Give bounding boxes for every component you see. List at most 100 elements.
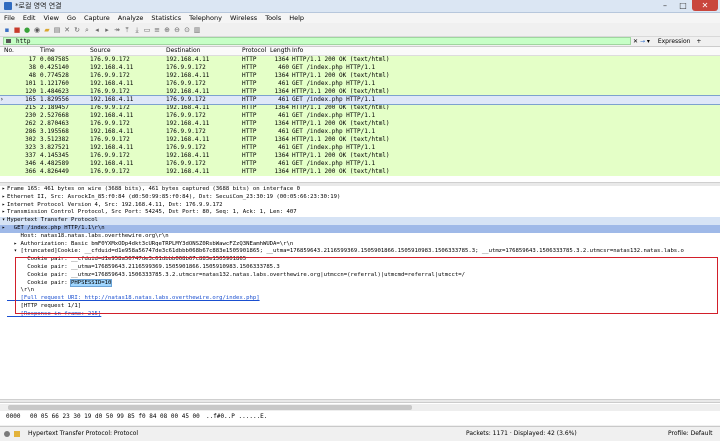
zoom-reset-icon[interactable]: ⊙ — [183, 26, 191, 34]
detail-row[interactable]: ▸ Ethernet II, Src: AsrockIn_85:f0:84 (d0… — [0, 194, 720, 202]
expression-button[interactable]: Expression — [658, 38, 691, 45]
status-profile[interactable]: Profile: Default — [668, 427, 713, 441]
cell-proto: HTTP — [242, 160, 257, 167]
detail-row[interactable]: Cookie pair: PHPSESSID=10 — [0, 278, 720, 288]
packet-row[interactable]: 366 4.826449 176.9.9.172 192.168.4.11 HTTP 13… — [0, 168, 720, 176]
packet-row[interactable]: 38 0.425140 192.168.4.11 176.9.9.172 HTTP 460… — [0, 64, 720, 72]
packet-row[interactable]: 262 2.870463 176.9.9.172 192.168.4.11 HTTP 13… — [0, 120, 720, 128]
maximize-button[interactable]: □ — [674, 0, 692, 11]
close-file-icon[interactable]: ✕ — [63, 26, 71, 34]
packet-row[interactable]: 323 3.827521 192.168.4.11 176.9.9.172 HTTP 46… — [0, 144, 720, 152]
cell-no: 230 — [25, 112, 36, 119]
bookmark-icon[interactable] — [6, 39, 11, 43]
menu-wireless[interactable]: Wireless — [226, 13, 261, 23]
packet-row[interactable]: 215 2.189457 176.9.9.172 192.168.4.11 HTTP 13… — [0, 104, 720, 112]
resize-columns-icon[interactable]: ▥ — [193, 26, 201, 34]
packet-row[interactable]: › 165 1.829556 192.168.4.11 176.9.9.172 HTTP 4… — [0, 95, 720, 105]
cell-dst: 192.168.4.11 — [166, 136, 210, 143]
detail-text: Hypertext Transfer Protocol — [7, 217, 98, 224]
packet-row[interactable]: 230 2.527668 192.168.4.11 176.9.9.172 HTTP 46… — [0, 112, 720, 120]
autoscroll-icon[interactable]: ▭ — [143, 26, 151, 34]
capture-comment-icon[interactable] — [14, 431, 20, 437]
col-info[interactable]: Info — [292, 47, 720, 55]
clear-filter-icon[interactable]: ✕ — [633, 38, 638, 45]
detail-row[interactable]: [Response in frame: 215] — [0, 311, 720, 319]
detail-row[interactable]: ▸ Authorization: Basic bmF0YXMxODp4dkt3c… — [0, 241, 720, 249]
expand-arrow-icon[interactable]: ▸ — [0, 202, 7, 210]
menu-edit[interactable]: Edit — [19, 13, 40, 23]
detail-row[interactable]: [HTTP request 1/1] — [0, 303, 720, 311]
stop-capture-icon[interactable]: ■ — [13, 26, 21, 34]
apply-filter-icon[interactable]: → — [640, 38, 645, 45]
packet-row[interactable]: 101 1.121760 192.168.4.11 176.9.9.172 HTTP 46… — [0, 80, 720, 88]
detail-row[interactable]: ▸ Transmission Control Protocol, Src Port… — [0, 209, 720, 217]
colorize-icon[interactable]: ≡ — [153, 26, 161, 34]
reload-icon[interactable]: ↻ — [73, 26, 81, 34]
zoom-in-icon[interactable]: ⊕ — [163, 26, 171, 34]
col-source[interactable]: Source — [90, 47, 166, 55]
display-filter-input[interactable]: http — [3, 37, 631, 45]
cell-proto: HTTP — [242, 56, 257, 63]
last-packet-icon[interactable]: ⤓ — [133, 26, 141, 34]
packet-row[interactable]: 337 4.145345 176.9.9.172 192.168.4.11 HTTP 13… — [0, 152, 720, 160]
detail-row[interactable]: [Full request URI: http://natas18.natas.… — [0, 295, 720, 303]
menu-help[interactable]: Help — [285, 13, 308, 23]
expand-arrow-icon[interactable]: ▸ — [0, 225, 7, 233]
menu-capture[interactable]: Capture — [80, 13, 114, 23]
status-packet-count: Packets: 1171 · Displayed: 42 (3.6%) — [466, 430, 577, 437]
expand-arrow-icon[interactable]: ▸ — [0, 194, 7, 202]
cell-info: HTTP/1.1 200 OK (text/html) — [292, 136, 390, 143]
first-packet-icon[interactable]: ⤒ — [123, 26, 131, 34]
packet-row[interactable]: 346 4.482589 192.168.4.11 176.9.9.172 HTTP 46… — [0, 160, 720, 168]
open-file-icon[interactable]: ▰ — [43, 26, 51, 34]
go-to-icon[interactable]: ↠ — [113, 26, 121, 34]
go-forward-icon[interactable]: ▸ — [103, 26, 111, 34]
minimize-button[interactable]: – — [656, 0, 674, 11]
filter-dropdown-icon[interactable]: ▾ — [647, 38, 650, 45]
packet-row[interactable]: 286 3.195568 192.168.4.11 176.9.9.172 HTTP 46… — [0, 128, 720, 136]
detail-row[interactable]: ▸ GET /index.php HTTP/1.1\r\n — [0, 224, 720, 233]
menu-view[interactable]: View — [39, 13, 62, 23]
add-filter-button[interactable]: + — [696, 38, 701, 45]
col-destination[interactable]: Destination — [166, 47, 242, 55]
expand-arrow-icon[interactable]: ▸ — [0, 186, 7, 194]
col-length[interactable]: Length — [270, 47, 292, 55]
detail-row[interactable]: ▾ [truncated]Cookie: __cfduid=d1e958a567… — [0, 248, 720, 256]
col-protocol[interactable]: Protocol — [242, 47, 270, 55]
cell-src: 176.9.9.172 — [90, 152, 130, 159]
menu-tools[interactable]: Tools — [261, 13, 285, 23]
detail-row[interactable]: \r\n — [0, 287, 720, 295]
close-button[interactable]: ✕ — [692, 0, 718, 11]
detail-row[interactable]: Cookie pair: __utma=176859643.2116599369… — [0, 264, 720, 272]
menu-statistics[interactable]: Statistics — [147, 13, 185, 23]
col-time[interactable]: Time — [40, 47, 90, 55]
detail-row[interactable]: ▾ Hypertext Transfer Protocol — [0, 217, 720, 225]
detail-row[interactable]: Host: natas18.natas.labs.overthewire.org… — [0, 233, 720, 241]
restart-capture-icon[interactable]: ● — [23, 26, 31, 34]
go-back-icon[interactable]: ◂ — [93, 26, 101, 34]
interface-icon[interactable]: ▪ — [3, 26, 11, 34]
detail-row[interactable]: ▸ Internet Protocol Version 4, Src: 192.1… — [0, 202, 720, 210]
collapse-arrow-icon[interactable]: ▾ — [0, 217, 7, 225]
cell-info: HTTP/1.1 200 OK (text/html) — [292, 120, 390, 127]
expand-arrow-icon[interactable]: ▸ — [0, 209, 7, 217]
menu-go[interactable]: Go — [63, 13, 80, 23]
detail-row[interactable]: ▸ Frame 165: 461 bytes on wire (3688 bits… — [0, 186, 720, 194]
zoom-out-icon[interactable]: ⊖ — [173, 26, 181, 34]
detail-row[interactable]: Cookie pair: __utmz=176859643.1506333785… — [0, 272, 720, 280]
detail-row[interactable]: Cookie pair: __cfduid=d1e958a56747de3c61… — [0, 256, 720, 264]
expert-info-icon[interactable] — [4, 431, 10, 437]
packet-row[interactable]: 48 0.774528 176.9.9.172 192.168.4.11 HTTP 136… — [0, 72, 720, 80]
packet-row[interactable]: 302 3.512382 176.9.9.172 192.168.4.11 HTTP 13… — [0, 136, 720, 144]
find-icon[interactable]: ⌕ — [83, 26, 91, 34]
menu-file[interactable]: File — [0, 13, 19, 23]
detail-text: Cookie pair: __utma=176859643.2116599369… — [7, 263, 280, 270]
packet-row[interactable]: 17 0.087585 176.9.9.172 192.168.4.11 HTTP 136… — [0, 56, 720, 64]
packet-row[interactable]: 120 1.484623 176.9.9.172 192.168.4.11 HTTP 13… — [0, 88, 720, 96]
options-icon[interactable]: ◉ — [33, 26, 41, 34]
save-file-icon[interactable]: ▤ — [53, 26, 61, 34]
horizontal-scrollbar[interactable] — [0, 404, 720, 411]
col-no[interactable]: No. — [4, 47, 40, 55]
menu-telephony[interactable]: Telephony — [185, 13, 226, 23]
menu-analyze[interactable]: Analyze — [114, 13, 148, 23]
